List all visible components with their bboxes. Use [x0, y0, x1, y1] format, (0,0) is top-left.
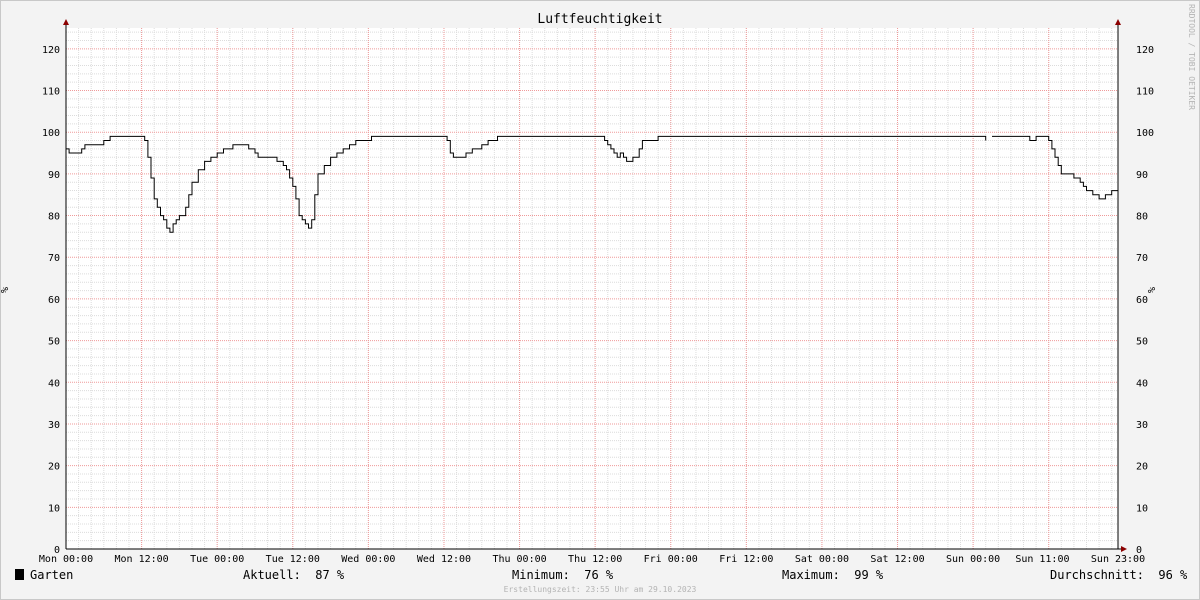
- y-tick-label-right: 30: [1136, 420, 1148, 431]
- y-tick-label-left: 90: [48, 170, 60, 181]
- x-tick-label: Fri 12:00: [719, 554, 773, 565]
- x-tick-label: Wed 12:00: [417, 554, 471, 565]
- y-tick-label-right: 110: [1136, 87, 1154, 98]
- legend-average: Durchschnitt: 96 %: [1050, 568, 1188, 582]
- y-axis-arrow-left: [63, 19, 69, 25]
- y-tick-label-left: 40: [48, 378, 60, 389]
- x-tick-label: Tue 00:00: [190, 554, 244, 565]
- x-tick-label: Mon 12:00: [114, 554, 168, 565]
- y-tick-label-left: 60: [48, 295, 60, 306]
- x-tick-label: Thu 12:00: [568, 554, 622, 565]
- chart: 0 010 1020 2030 3040 4050 5060 6070 7080 8090 9010…: [0, 12, 1158, 565]
- x-tick-label: Tue 12:00: [266, 554, 320, 565]
- x-tick-label: Sat 12:00: [870, 554, 924, 565]
- y-tick-label-left: 30: [48, 420, 60, 431]
- y-axis-label-right: %: [1147, 287, 1158, 293]
- y-tick-label-left: 110: [42, 87, 60, 98]
- y-tick-label-left: 120: [42, 45, 60, 56]
- chart-title: Luftfeuchtigkeit: [537, 12, 662, 27]
- y-tick-label-right: 10: [1136, 503, 1148, 514]
- legend-minimum: Minimum: 76 %: [512, 568, 614, 582]
- y-tick-label-left: 100: [42, 128, 60, 139]
- legend-maximum: Maximum: 99 %: [782, 568, 884, 582]
- x-tick-label: Thu 00:00: [492, 554, 546, 565]
- y-tick-label-left: 80: [48, 212, 60, 223]
- legend-current: Aktuell: 87 %: [243, 568, 345, 582]
- y-tick-label-right: 20: [1136, 462, 1148, 473]
- x-tick-label: Sun 23:00: [1091, 554, 1145, 565]
- y-axis-label-left: %: [0, 287, 11, 293]
- x-tick-label: Wed 00:00: [341, 554, 395, 565]
- y-tick-label-right: 90: [1136, 170, 1148, 181]
- minor-grid: [66, 28, 1118, 549]
- y-tick-label-right: 100: [1136, 128, 1154, 139]
- x-axis-arrow: [1121, 546, 1127, 552]
- x-tick-label: Fri 00:00: [644, 554, 698, 565]
- y-tick-label-right: 80: [1136, 212, 1148, 223]
- legend-swatch: [15, 569, 24, 580]
- y-tick-label-right: 120: [1136, 45, 1154, 56]
- x-tick-label: Mon 00:00: [39, 554, 93, 565]
- y-tick-label-left: 70: [48, 253, 60, 264]
- y-tick-label-right: 50: [1136, 337, 1148, 348]
- legend-series: Garten: [15, 568, 73, 582]
- x-tick-label: Sat 00:00: [795, 554, 849, 565]
- x-tick-label: Sun 00:00: [946, 554, 1000, 565]
- y-tick-label-left: 50: [48, 337, 60, 348]
- y-tick-label-right: 70: [1136, 253, 1148, 264]
- legend-series-name: Garten: [30, 568, 74, 582]
- y-tick-label-left: 20: [48, 462, 60, 473]
- y-tick-label-right: 40: [1136, 378, 1148, 389]
- y-tick-label-right: 60: [1136, 295, 1148, 306]
- y-tick-label-left: 10: [48, 503, 60, 514]
- footer-timestamp: Erstellungszeit: 23:55 Uhr am 29.10.2023: [503, 585, 697, 594]
- y-axis-arrow-right: [1115, 19, 1121, 25]
- watermark: RRDTOOL / TOBI OETIKER: [1187, 4, 1196, 110]
- x-tick-label: Sun 11:00: [1015, 554, 1069, 565]
